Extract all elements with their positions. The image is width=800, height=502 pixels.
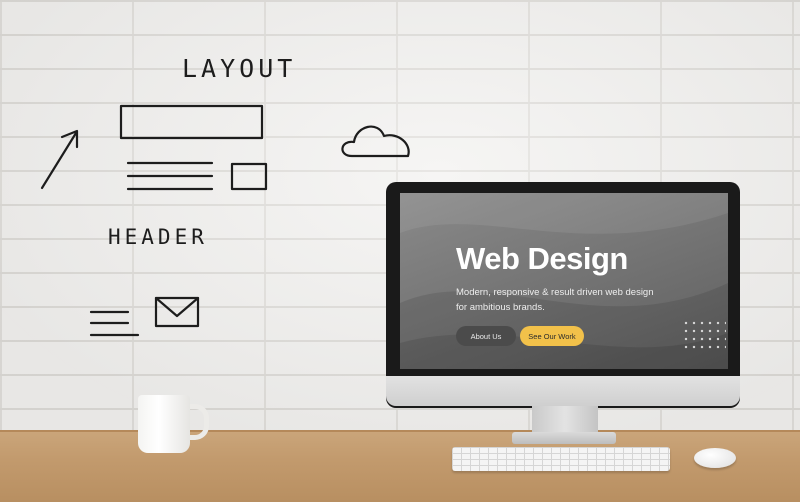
hero-subtitle: Modern, responsive & result driven web d… (456, 287, 654, 313)
envelope-icon (154, 296, 200, 328)
keyboard (452, 447, 670, 471)
mouse (694, 448, 736, 468)
about-us-button[interactable]: About Us (456, 326, 516, 346)
monitor-chin (386, 376, 740, 406)
see-our-work-button[interactable]: See Our Work (520, 326, 584, 346)
coffee-mug (138, 395, 190, 453)
menu-lines-icon (89, 310, 140, 337)
cloud-icon (341, 125, 410, 158)
layout-label: LAYOUT (182, 54, 297, 83)
dot-grid-decoration (682, 319, 726, 349)
layout-image-box (230, 162, 268, 191)
arrow-icon (40, 129, 79, 190)
monitor-stand-base (512, 432, 616, 444)
hero-title: Web Design (456, 241, 628, 276)
wooden-desk (0, 430, 800, 502)
monitor-screen: Web Design Modern, responsive & result d… (400, 193, 728, 369)
header-label: HEADER (108, 225, 208, 249)
layout-header-box (119, 104, 264, 140)
layout-text-lines (126, 161, 214, 191)
